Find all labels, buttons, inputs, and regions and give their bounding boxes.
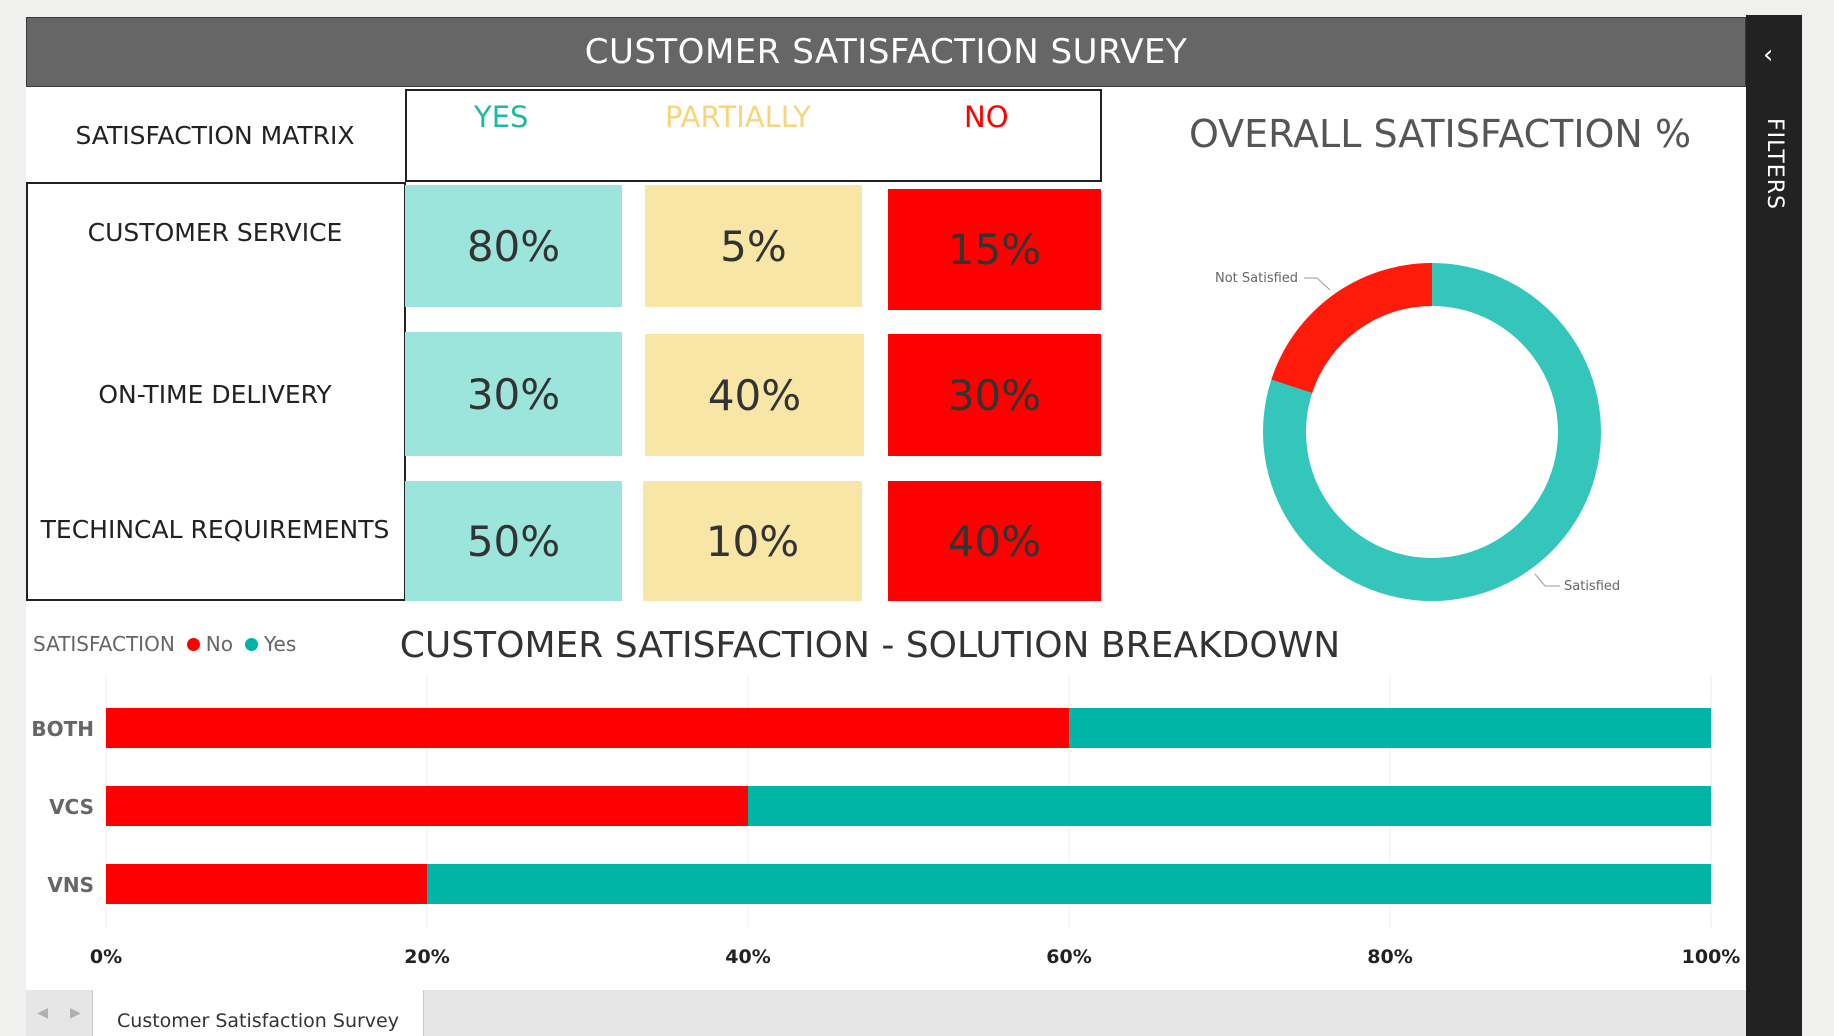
bar-category-label: VCS <box>49 795 94 819</box>
page-prev-icon[interactable]: ◀ <box>37 1005 48 1021</box>
bar-vns-no[interactable] <box>106 864 427 904</box>
bar-vcs-no[interactable] <box>106 786 748 826</box>
x-tick-label: 100% <box>1681 946 1741 968</box>
bar-vns-yes[interactable] <box>427 864 1711 904</box>
x-tick-label: 20% <box>404 946 450 968</box>
bar-category-label: BOTH <box>31 717 94 741</box>
bar-category-label: VNS <box>47 873 94 897</box>
chevron-left-icon[interactable]: ‹ <box>1763 40 1773 70</box>
x-tick-label: 0% <box>89 946 123 968</box>
page-tab-active[interactable]: Customer Satisfaction Survey <box>92 990 424 1036</box>
bar-vcs-yes[interactable] <box>748 786 1711 826</box>
filters-label[interactable]: FILTERS <box>1762 118 1787 210</box>
bar-both-no[interactable] <box>106 708 1069 748</box>
breakdown-bar-chart <box>105 675 1712 928</box>
x-tick-label: 40% <box>725 946 771 968</box>
bar-both-yes[interactable] <box>1069 708 1711 748</box>
page-nav: ◀ ▶ <box>26 990 93 1036</box>
page-next-icon[interactable]: ▶ <box>70 1005 81 1021</box>
x-tick-label: 60% <box>1046 946 1092 968</box>
x-tick-label: 80% <box>1367 946 1413 968</box>
